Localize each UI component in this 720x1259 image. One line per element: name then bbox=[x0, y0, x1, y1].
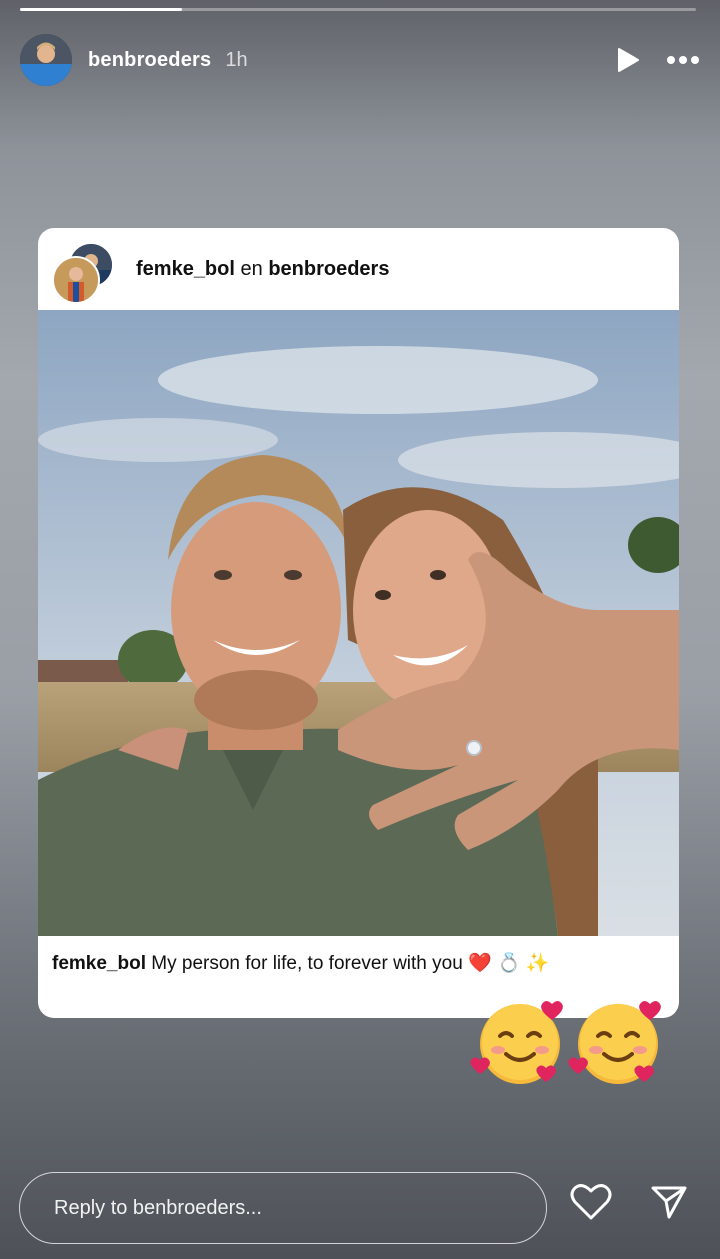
post-header: femke_bol en benbroeders bbox=[38, 228, 679, 310]
post-authors[interactable]: femke_bol en benbroeders bbox=[136, 258, 389, 281]
story-progress-bar bbox=[20, 8, 696, 11]
reply-placeholder: Reply to benbroeders... bbox=[54, 1196, 262, 1219]
story-header: benbroeders 1h bbox=[20, 32, 700, 88]
reply-input[interactable]: Reply to benbroeders... bbox=[19, 1172, 547, 1244]
avatar bbox=[52, 256, 100, 304]
story-progress-fill bbox=[20, 8, 183, 11]
heart-icon bbox=[570, 1184, 612, 1220]
smiling-face-with-hearts-icon[interactable] bbox=[470, 996, 570, 1093]
username[interactable]: benbroeders bbox=[88, 49, 211, 72]
post-photo bbox=[38, 310, 679, 936]
post-author-2[interactable]: benbroeders bbox=[268, 258, 389, 280]
smiling-face-with-hearts-icon[interactable] bbox=[568, 996, 668, 1093]
caption-emoji: ❤️ 💍 ✨ bbox=[468, 953, 550, 974]
play-icon bbox=[618, 48, 639, 72]
more-options-button[interactable] bbox=[666, 55, 700, 65]
shared-post-card[interactable]: femke_bol en benbroeders femke_bol My pe… bbox=[38, 228, 679, 1018]
like-button[interactable] bbox=[570, 1183, 612, 1221]
caption-text: My person for life, to forever with you bbox=[151, 953, 463, 974]
timestamp: 1h bbox=[225, 48, 248, 71]
caption-username[interactable]: femke_bol bbox=[52, 953, 146, 974]
avatar[interactable] bbox=[20, 34, 72, 86]
post-author-1[interactable]: femke_bol bbox=[136, 258, 235, 280]
more-horizontal-icon bbox=[667, 56, 699, 64]
play-button[interactable] bbox=[616, 47, 640, 73]
collab-avatars bbox=[52, 238, 114, 304]
send-icon bbox=[651, 1186, 687, 1219]
send-button[interactable] bbox=[650, 1183, 688, 1221]
author-connector: en bbox=[240, 257, 263, 280]
